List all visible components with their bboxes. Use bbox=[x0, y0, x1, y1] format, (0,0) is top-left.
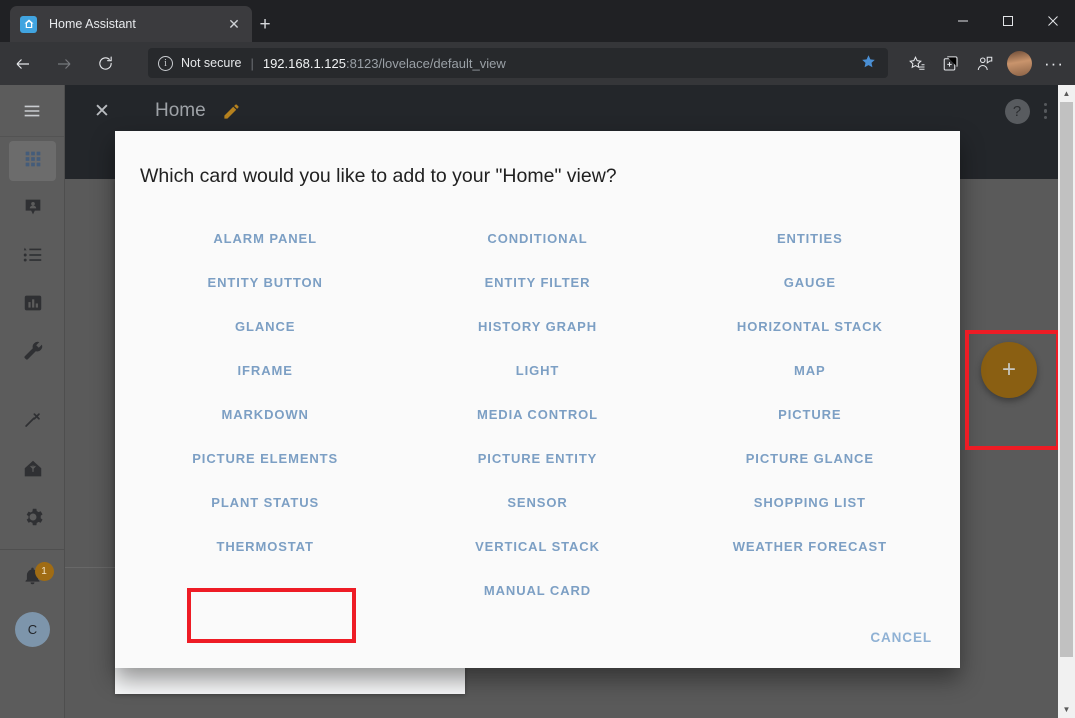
screen: Home Assistant ✕ + i Not secure | 192.16… bbox=[0, 0, 1075, 718]
card-option-markdown[interactable]: MARKDOWN bbox=[129, 392, 401, 436]
card-option-shopping-list[interactable]: SHOPPING LIST bbox=[674, 480, 946, 524]
card-option-picture[interactable]: PICTURE bbox=[674, 392, 946, 436]
manual-card-row: MANUAL CARD bbox=[115, 568, 960, 612]
card-option-manual-card[interactable]: MANUAL CARD bbox=[401, 568, 673, 612]
browser-tab[interactable]: Home Assistant ✕ bbox=[10, 6, 252, 42]
page-scrollbar[interactable]: ▲ ▼ bbox=[1058, 85, 1075, 718]
address-bar[interactable]: i Not secure | 192.168.1.125:8123/lovela… bbox=[148, 48, 888, 78]
dialog-actions: CANCEL bbox=[858, 621, 944, 654]
forward-button[interactable] bbox=[46, 48, 82, 80]
card-option-media-control[interactable]: MEDIA CONTROL bbox=[401, 392, 673, 436]
card-type-grid: ALARM PANEL CONDITIONAL ENTITIES ENTITY BUT… bbox=[115, 188, 960, 568]
reload-button[interactable] bbox=[87, 48, 123, 80]
browser-toolbar: i Not secure | 192.168.1.125:8123/lovela… bbox=[0, 42, 1075, 85]
card-option-picture-glance[interactable]: PICTURE GLANCE bbox=[674, 436, 946, 480]
scrollbar-thumb[interactable] bbox=[1060, 102, 1073, 657]
maximize-button[interactable] bbox=[985, 0, 1030, 42]
url-host: 192.168.1.125 bbox=[262, 55, 346, 71]
browser-titlebar: Home Assistant ✕ + bbox=[0, 0, 1075, 42]
card-option-weather-forecast[interactable]: WEATHER FORECAST bbox=[674, 524, 946, 568]
security-label: Not secure bbox=[181, 56, 242, 70]
favorites-icon[interactable] bbox=[900, 47, 934, 81]
close-button[interactable] bbox=[1030, 0, 1075, 42]
card-option-thermostat[interactable]: THERMOSTAT bbox=[129, 524, 401, 568]
tab-title: Home Assistant bbox=[49, 17, 136, 31]
star-filled-icon[interactable] bbox=[855, 54, 882, 73]
scroll-down-arrow-icon[interactable]: ▼ bbox=[1058, 701, 1075, 718]
collections-icon[interactable] bbox=[934, 47, 968, 81]
card-option-sensor[interactable]: SENSOR bbox=[401, 480, 673, 524]
ha-app: 1 C ✕ Home ? + Which card would you like… bbox=[0, 85, 1075, 718]
add-card-dialog: Which card would you like to add to your… bbox=[115, 131, 960, 668]
cancel-button[interactable]: CANCEL bbox=[858, 621, 944, 654]
card-option-horizontal-stack[interactable]: HORIZONTAL STACK bbox=[674, 304, 946, 348]
card-option-gauge[interactable]: GAUGE bbox=[674, 260, 946, 304]
card-option-alarm-panel[interactable]: ALARM PANEL bbox=[129, 216, 401, 260]
card-option-entity-filter[interactable]: ENTITY FILTER bbox=[401, 260, 673, 304]
card-option-iframe[interactable]: IFRAME bbox=[129, 348, 401, 392]
more-icon[interactable]: ··· bbox=[1037, 47, 1071, 81]
card-option-entity-button[interactable]: ENTITY BUTTON bbox=[129, 260, 401, 304]
share-icon[interactable] bbox=[968, 47, 1002, 81]
card-option-conditional[interactable]: CONDITIONAL bbox=[401, 216, 673, 260]
omnibox-separator: | bbox=[250, 55, 254, 71]
card-option-glance[interactable]: GLANCE bbox=[129, 304, 401, 348]
info-circle-icon[interactable]: i bbox=[158, 55, 173, 71]
toolbar-icons: ··· bbox=[900, 42, 1071, 85]
url-path: :8123/lovelace/default_view bbox=[345, 55, 506, 71]
card-option-map[interactable]: MAP bbox=[674, 348, 946, 392]
url-text: 192.168.1.125:8123/lovelace/default_view bbox=[263, 56, 506, 71]
card-option-history-graph[interactable]: HISTORY GRAPH bbox=[401, 304, 673, 348]
card-option-entities[interactable]: ENTITIES bbox=[674, 216, 946, 260]
scroll-up-arrow-icon[interactable]: ▲ bbox=[1058, 85, 1075, 102]
card-option-plant-status[interactable]: PLANT STATUS bbox=[129, 480, 401, 524]
minimize-button[interactable] bbox=[940, 0, 985, 42]
window-controls bbox=[940, 0, 1075, 42]
back-button[interactable] bbox=[5, 48, 41, 80]
new-tab-icon[interactable]: + bbox=[253, 13, 277, 37]
home-assistant-favicon bbox=[20, 15, 37, 33]
dialog-title: Which card would you like to add to your… bbox=[140, 165, 617, 187]
card-option-vertical-stack[interactable]: VERTICAL STACK bbox=[401, 524, 673, 568]
card-option-picture-elements[interactable]: PICTURE ELEMENTS bbox=[129, 436, 401, 480]
card-option-picture-entity[interactable]: PICTURE ENTITY bbox=[401, 436, 673, 480]
card-option-light[interactable]: LIGHT bbox=[401, 348, 673, 392]
tab-close-icon[interactable]: ✕ bbox=[224, 14, 244, 34]
profile-avatar[interactable] bbox=[1007, 51, 1032, 76]
